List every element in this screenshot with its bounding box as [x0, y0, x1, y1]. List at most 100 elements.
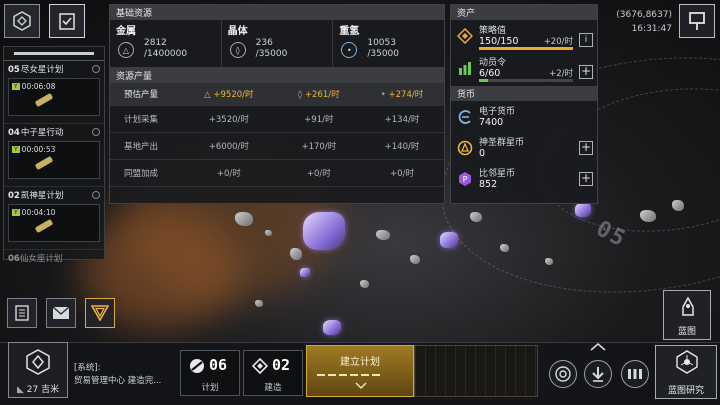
deuterium-rate: +134/时 — [360, 105, 444, 133]
deuterium-resource[interactable]: 重氢 • 10053/35000 — [333, 20, 444, 67]
metal-resource[interactable]: 金属 △ 2812/1400000 — [110, 20, 222, 67]
mission-number: 05 — [8, 65, 20, 75]
production-row: 同盟加成 +0/时 +0/时 +0/时 — [110, 159, 444, 187]
rock-asteroid[interactable] — [290, 248, 302, 260]
mission-timer: 00:06:08 — [21, 82, 56, 91]
build-count: 02 — [272, 356, 291, 374]
rock-asteroid[interactable] — [500, 244, 509, 252]
strategy-value: 150/150 — [479, 36, 519, 47]
deuterium-rate: +0/时 — [360, 159, 444, 187]
add-currency-button[interactable]: + — [579, 172, 593, 186]
crystal-asteroid[interactable] — [303, 212, 345, 250]
mission-toggle-button[interactable] — [49, 4, 85, 38]
download-arrow-icon — [592, 367, 604, 382]
chevron-up-icon[interactable] — [590, 343, 606, 351]
strategy-points: 策略值 150/150 +20/时 i — [451, 20, 597, 52]
metal-current: 2812 — [144, 38, 167, 48]
add-mobilize-button[interactable]: + — [579, 65, 593, 79]
build-count-button[interactable]: 02 建造 — [243, 350, 303, 396]
mission-item[interactable]: 06仙女座计划 — [4, 250, 104, 266]
strategy-icon — [457, 28, 473, 44]
production-row: 计划采集 +3520/时 +91/时 +134/时 — [110, 105, 444, 133]
row-label: 预估产量 — [110, 83, 180, 106]
crystal-asteroid[interactable] — [323, 320, 341, 335]
crystal-rate: ◊ +261/时 — [277, 83, 361, 106]
row-label: 基地产出 — [110, 132, 180, 160]
blueprint-label: 蓝图 — [677, 327, 696, 337]
rock-asteroid[interactable] — [255, 300, 263, 307]
currency-header: 货币 — [451, 86, 597, 101]
rock-asteroid[interactable] — [360, 280, 369, 288]
currency-value: 0 — [479, 148, 486, 159]
rock-asteroid[interactable] — [265, 230, 272, 236]
mission-item[interactable]: 05尽女星计划 Y 00:06:08 — [4, 61, 104, 124]
metal-cap: /1400000 — [144, 49, 188, 59]
e-currency-icon — [458, 110, 471, 124]
blueprint-research-label: 蓝图研究 — [667, 386, 704, 396]
triangle-emblem-icon — [91, 305, 109, 321]
ship-icon — [34, 92, 54, 108]
fleet-icon — [628, 369, 642, 379]
mission-item[interactable]: 02凯神星计划 Y 00:04:10 — [4, 187, 104, 250]
currency-name: 比邻星币 — [479, 169, 516, 179]
crystal-asteroid[interactable] — [440, 232, 458, 248]
resource-panel: 基础资源 金属 △ 2812/1400000 晶体 ◊ 236/35000 重氢… — [109, 4, 445, 204]
rock-asteroid[interactable] — [640, 210, 656, 222]
mission-number: 04 — [8, 128, 20, 138]
alliance-button[interactable] — [85, 298, 115, 328]
mission-timer-icon: Y — [12, 146, 20, 153]
map-button[interactable] — [679, 4, 715, 38]
build-label: 建造 — [264, 383, 282, 393]
deuterium-rate: +140/时 — [360, 132, 444, 160]
basic-resources-header: 基础资源 — [110, 5, 444, 20]
currency-row: 神圣群星币 0 + — [451, 132, 597, 163]
plan-count-button[interactable]: 06 计划 — [180, 350, 240, 396]
mission-number: 02 — [8, 191, 20, 201]
map-pin-icon — [689, 12, 705, 30]
metal-rate: +0/时 — [180, 159, 278, 187]
crystal-rate: +0/时 — [277, 159, 361, 187]
collapse-handle[interactable] — [4, 47, 104, 61]
crystal-name: 晶体 — [227, 26, 248, 37]
notes-button[interactable] — [7, 298, 37, 328]
add-currency-button[interactable]: + — [579, 141, 593, 155]
production-header: 资源产量 — [110, 68, 444, 83]
rock-asteroid[interactable] — [376, 230, 390, 240]
mission-timer: 00:00:53 — [21, 145, 56, 154]
mission-card[interactable]: Y 00:06:08 — [8, 78, 100, 116]
currency-name: 神圣群星币 — [479, 138, 525, 148]
rock-asteroid[interactable] — [672, 200, 684, 211]
system-message[interactable]: [系统]: 贸易管理中心 建造完... — [74, 362, 161, 388]
crystal-resource[interactable]: 晶体 ◊ 236/35000 — [222, 20, 334, 67]
scan-button[interactable] — [549, 360, 577, 388]
deuterium-name: 重氢 — [339, 26, 360, 37]
rock-asteroid[interactable] — [545, 258, 553, 265]
fleet-list-button[interactable] — [621, 360, 649, 388]
blueprint-button[interactable]: 蓝图 — [663, 290, 711, 340]
build-plan-button[interactable]: 建立计划 — [306, 345, 414, 397]
currency-value: 7400 — [479, 117, 504, 128]
mission-card[interactable]: Y 00:04:10 — [8, 204, 100, 242]
build-queue-area — [414, 345, 538, 397]
mission-item[interactable]: 04中子星行动 Y 00:00:53 — [4, 124, 104, 187]
blueprint-research-button[interactable]: 蓝图研究 — [655, 345, 717, 399]
mission-status-dot — [92, 128, 100, 136]
proxima-coin-icon: P — [459, 172, 471, 186]
fleet-button[interactable] — [4, 4, 40, 38]
crystal-asteroid[interactable] — [575, 203, 591, 217]
mail-button[interactable] — [46, 298, 76, 328]
crystal-asteroid[interactable] — [300, 268, 310, 277]
rock-asteroid[interactable] — [410, 255, 420, 264]
mission-card[interactable]: Y 00:00:53 — [8, 141, 100, 179]
metal-name: 金属 — [116, 26, 136, 37]
strategy-progress — [479, 47, 573, 50]
currency-name: 电子货币 — [479, 107, 516, 117]
rock-asteroid[interactable] — [470, 212, 482, 222]
row-label: 同盟加成 — [110, 159, 180, 187]
deuterium-cap: /35000 — [367, 49, 400, 59]
location-button[interactable]: ◣ 27 吉米 — [8, 342, 68, 398]
metal-rate: △ +9520/时 — [180, 83, 278, 106]
info-button[interactable]: i — [579, 33, 593, 47]
rock-asteroid[interactable] — [235, 212, 253, 226]
collect-button[interactable] — [584, 360, 612, 388]
